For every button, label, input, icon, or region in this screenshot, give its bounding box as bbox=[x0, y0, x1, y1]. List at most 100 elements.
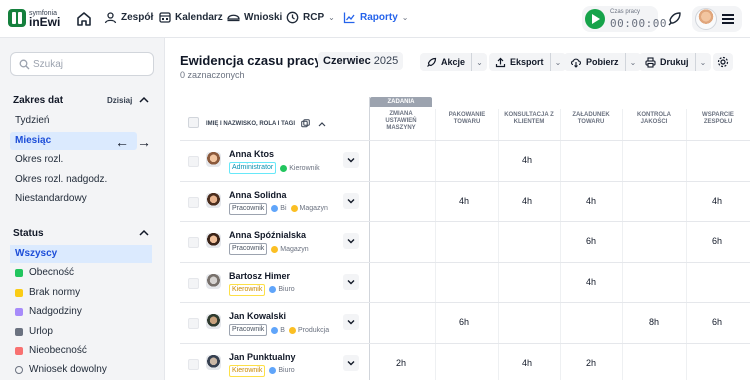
date-range-custom[interactable]: Niestandardowy bbox=[10, 190, 137, 208]
print-button[interactable]: Drukuj ⌄ bbox=[639, 53, 711, 71]
chevron-down-icon[interactable]: ⌄ bbox=[471, 53, 487, 71]
status-overtime[interactable]: Nadgodziny bbox=[10, 303, 152, 321]
hours-cell[interactable]: 4h bbox=[697, 196, 737, 206]
hours-cell[interactable]: 6h bbox=[697, 317, 737, 327]
download-button[interactable]: Pobierz ⌄ bbox=[564, 53, 641, 71]
table-row[interactable]: Anna Ktos Administrator Kierownik 4h bbox=[180, 140, 750, 180]
chevron-up-icon[interactable] bbox=[318, 121, 326, 127]
employee-name[interactable]: Jan Punktualny bbox=[229, 352, 296, 362]
selected-count: 0 zaznaczonych bbox=[180, 70, 245, 80]
hours-cell[interactable]: 2h bbox=[571, 358, 611, 368]
actions-button[interactable]: Akcje ⌄ bbox=[420, 53, 488, 71]
group-dot-icon bbox=[269, 367, 277, 374]
row-checkbox[interactable] bbox=[188, 358, 199, 370]
status-color-icon bbox=[15, 308, 23, 316]
export-button[interactable]: Eksport ⌄ bbox=[489, 53, 566, 71]
column-header[interactable]: KONSULTACJA Z KLIENTEM bbox=[500, 112, 558, 126]
app-logo[interactable]: symfonia inEwi bbox=[8, 9, 60, 28]
table-row[interactable]: Jan Punktualny Kierownik Biuro 2h 4h 2h bbox=[180, 342, 750, 380]
name-column-header[interactable]: IMIĘ I NAZWISKO, ROLA I TAGI bbox=[206, 119, 326, 128]
date-range-settlement[interactable]: Okres rozl. bbox=[10, 151, 137, 169]
hours-cell[interactable]: 4h bbox=[571, 196, 611, 206]
hours-cell[interactable]: 6h bbox=[571, 236, 611, 246]
month-label: Czerwiec bbox=[323, 55, 371, 67]
chevron-up-icon[interactable] bbox=[138, 228, 150, 238]
status-absence[interactable]: Nieobecność bbox=[10, 342, 152, 360]
employee-tags: Pracownik B Produkcja bbox=[229, 324, 333, 336]
play-icon[interactable] bbox=[585, 9, 605, 29]
chevron-up-icon[interactable] bbox=[138, 95, 150, 105]
chevron-down-icon bbox=[347, 158, 355, 163]
settings-button[interactable] bbox=[713, 53, 733, 71]
status-shortfall[interactable]: Brak normy bbox=[10, 284, 152, 302]
nav-requests[interactable]: Wnioski bbox=[227, 11, 282, 23]
arrow-right-icon[interactable]: → bbox=[137, 134, 151, 150]
chevron-down-icon[interactable]: ⌄ bbox=[694, 53, 711, 71]
employee-name[interactable]: Anna Spóźnialska bbox=[229, 230, 306, 240]
date-range-week[interactable]: Tydzień bbox=[10, 112, 137, 130]
hours-cell[interactable]: 4h bbox=[444, 196, 484, 206]
hours-cell[interactable]: 2h bbox=[381, 358, 421, 368]
arrow-left-icon[interactable]: ← bbox=[115, 134, 129, 150]
hours-cell[interactable]: 4h bbox=[507, 155, 547, 165]
expand-row-button[interactable] bbox=[343, 192, 359, 209]
hours-cell[interactable]: 6h bbox=[444, 317, 484, 327]
column-header[interactable]: ZMIANA USTAWIEŃ MASZYNY bbox=[375, 111, 427, 132]
hours-cell[interactable]: 6h bbox=[697, 236, 737, 246]
actions-label: Akcje bbox=[441, 57, 466, 67]
employee-name[interactable]: Jan Kowalski bbox=[229, 311, 286, 321]
hours-cell[interactable]: 4h bbox=[507, 196, 547, 206]
group-label: Magazyn bbox=[280, 245, 309, 253]
select-all-checkbox[interactable] bbox=[188, 117, 199, 128]
search-input[interactable] bbox=[33, 57, 148, 72]
month-navigation: ← → bbox=[115, 134, 151, 150]
table-row[interactable]: Anna Solidna Pracownik Bi Magazyn 4h 4h 4h 4h bbox=[180, 180, 750, 221]
column-header[interactable]: PAKOWANIE TOWARU bbox=[441, 112, 493, 126]
table-row[interactable]: Jan Kowalski Pracownik B Produkcja 6h 8h 6h bbox=[180, 302, 750, 342]
status-leave[interactable]: Urlop bbox=[10, 323, 152, 341]
employee-name[interactable]: Anna Ktos bbox=[229, 149, 274, 159]
hours-cell[interactable]: 4h bbox=[507, 358, 547, 368]
status-presence[interactable]: Obecność bbox=[10, 264, 152, 282]
row-checkbox[interactable] bbox=[188, 196, 199, 208]
expand-row-button[interactable] bbox=[343, 152, 359, 168]
hours-cell[interactable]: 8h bbox=[634, 317, 674, 327]
column-header[interactable]: WSPARCIE ZESPOŁU bbox=[692, 112, 744, 126]
table-row[interactable]: Anna Spóźnialska Pracownik Magazyn 6h 6h bbox=[180, 221, 750, 261]
rocket-icon[interactable] bbox=[665, 9, 685, 29]
employee-name[interactable]: Anna Solidna bbox=[229, 190, 287, 200]
logo-mark-icon bbox=[8, 9, 26, 27]
group-dot-icon bbox=[271, 326, 279, 334]
status-custom-request[interactable]: Wniosek dowolny bbox=[10, 361, 152, 379]
status-all[interactable]: Wszyscy bbox=[10, 245, 152, 263]
today-button[interactable]: Dzisiaj bbox=[107, 96, 132, 105]
nav-calendar[interactable]: Kalendarz bbox=[159, 11, 223, 23]
column-header[interactable]: ZAŁADUNEK TOWARU bbox=[565, 112, 617, 126]
home-icon[interactable] bbox=[75, 10, 93, 28]
group-label: Magazyn bbox=[299, 205, 328, 212]
nav-team[interactable]: Zespół bbox=[104, 11, 153, 24]
hours-cell[interactable]: 4h bbox=[571, 277, 611, 287]
copy-icon[interactable] bbox=[301, 119, 310, 128]
user-menu[interactable] bbox=[692, 6, 742, 32]
expand-row-button[interactable] bbox=[343, 314, 359, 330]
month-picker[interactable]: Czerwiec 2025 bbox=[318, 52, 404, 70]
table-row[interactable]: Bartosz Himer Kierownik Biuro 4h bbox=[180, 261, 750, 302]
row-checkbox[interactable] bbox=[188, 156, 199, 167]
timer-label: Czas pracy bbox=[610, 9, 641, 15]
nav-rcp[interactable]: RCP ⌄ bbox=[286, 11, 335, 24]
employee-name[interactable]: Bartosz Himer bbox=[229, 271, 290, 281]
expand-row-button[interactable] bbox=[343, 354, 359, 371]
column-header[interactable]: KONTROLA JAKOŚCI bbox=[628, 112, 680, 126]
status-color-icon bbox=[15, 269, 23, 277]
date-range-overtime-settlement[interactable]: Okres rozl. nadgodz. bbox=[10, 171, 137, 189]
nav-reports[interactable]: Raporty ⌄ bbox=[343, 11, 409, 24]
menu-icon[interactable] bbox=[722, 14, 734, 24]
expand-row-button[interactable] bbox=[343, 233, 359, 249]
row-checkbox[interactable] bbox=[188, 318, 199, 329]
row-checkbox[interactable] bbox=[188, 237, 199, 248]
timer-value: 00:00:00 bbox=[610, 17, 667, 30]
group-label: Biuro bbox=[278, 286, 295, 293]
expand-row-button[interactable] bbox=[343, 273, 359, 290]
row-checkbox[interactable] bbox=[188, 277, 199, 289]
